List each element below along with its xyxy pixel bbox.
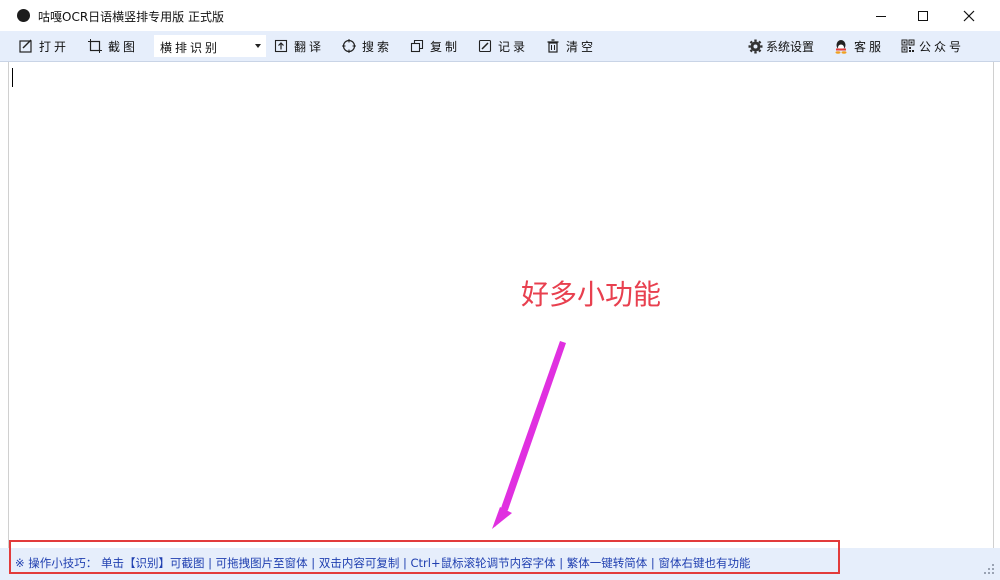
history-label: 记录 (498, 39, 529, 54)
copy-icon (409, 39, 424, 54)
wechat-account-button[interactable]: 公众号 (900, 37, 964, 55)
settings-label: 系统设置 (766, 39, 815, 54)
qq-penguin-icon (833, 39, 848, 54)
edit-box-icon (18, 39, 33, 54)
history-button[interactable]: 记录 (477, 37, 528, 55)
text-caret (12, 68, 13, 87)
support-button[interactable]: 客服 (833, 37, 884, 55)
minimize-icon (876, 15, 886, 17)
gear-icon (748, 39, 763, 54)
usage-tips: ※ 操作小技巧： 单击【识别】可截图 | 可拖拽图片至窗体 | 双击内容可复制 … (15, 556, 751, 570)
copy-button[interactable]: 复制 (409, 37, 460, 55)
maximize-icon (918, 10, 928, 21)
translate-label: 翻译 (294, 39, 325, 54)
close-button[interactable] (946, 0, 992, 31)
minimize-button[interactable] (858, 0, 904, 31)
wechat-account-label: 公众号 (919, 39, 965, 54)
clear-button[interactable]: 清空 (545, 37, 596, 55)
screenshot-label: 截图 (108, 39, 139, 54)
search-button[interactable]: 搜索 (341, 37, 392, 55)
settings-button[interactable]: 系统设置 (748, 37, 814, 55)
support-label: 客服 (854, 39, 885, 54)
mode-select-value: 横排识别 (160, 41, 221, 55)
trash-icon (545, 39, 560, 54)
window-title: 咕嘎OCR日语横竖排专用版 正式版 (38, 10, 224, 24)
app-icon (17, 9, 30, 22)
resize-grip-icon[interactable] (984, 564, 994, 574)
copy-label: 复制 (430, 39, 461, 54)
recognition-mode-select[interactable]: 横排识别 (154, 35, 266, 57)
open-button[interactable]: 打开 (18, 37, 69, 55)
crosshair-icon (341, 39, 356, 54)
toolbar: 打开 截图 横排识别 翻译 搜索 复制 记录 清空 系统设置 客服 公众号 (0, 31, 1000, 62)
clear-label: 清空 (566, 39, 597, 54)
search-label: 搜索 (362, 39, 393, 54)
ocr-result-textarea[interactable] (8, 62, 994, 548)
qr-code-icon (900, 39, 915, 54)
crop-icon (87, 39, 102, 54)
screenshot-button[interactable]: 截图 (87, 37, 138, 55)
close-icon (963, 10, 975, 21)
translate-button[interactable]: 翻译 (273, 37, 324, 55)
maximize-button[interactable] (900, 0, 946, 31)
open-label: 打开 (39, 39, 70, 54)
edit-pen-icon (477, 39, 492, 54)
annotation-label: 好多小功能 (521, 278, 662, 311)
chevron-down-icon (255, 44, 261, 48)
upload-arrow-icon (273, 39, 288, 54)
title-bar: 咕嘎OCR日语横竖排专用版 正式版 (0, 0, 1000, 31)
